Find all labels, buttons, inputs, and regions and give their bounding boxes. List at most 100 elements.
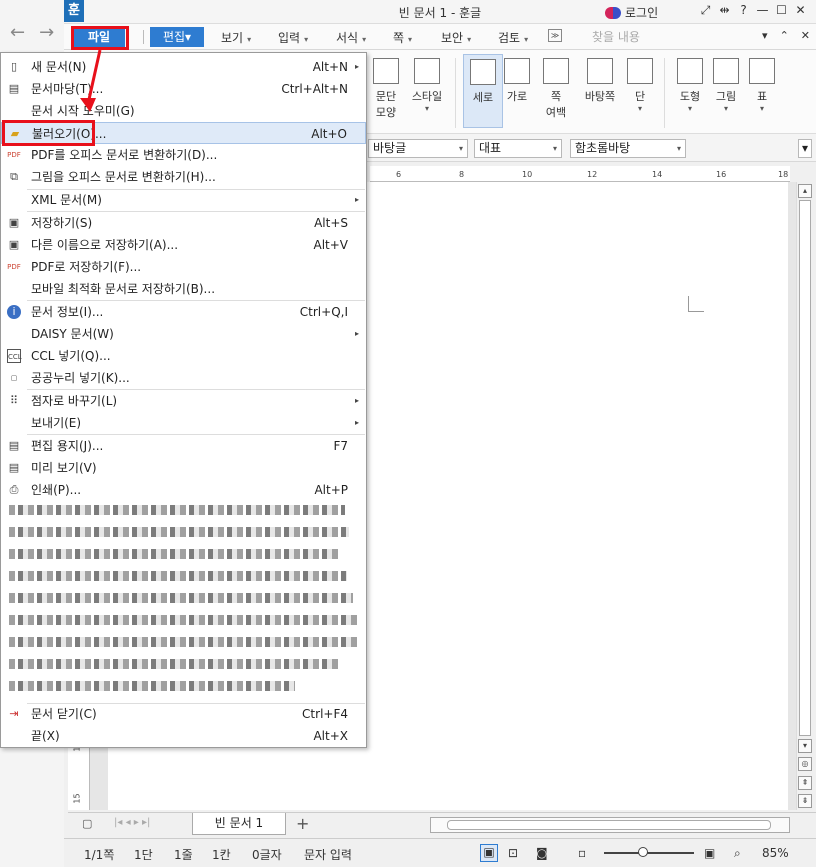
status-line: 1줄 — [174, 848, 193, 862]
menu-edit[interactable]: 편집▾ — [150, 27, 204, 47]
recent-file-item[interactable] — [9, 505, 345, 515]
split-view-icon[interactable]: ⇹ — [715, 3, 734, 17]
chevron-down-icon: ▾ — [467, 35, 472, 44]
zoom-in-icon[interactable]: ▣ — [704, 846, 715, 860]
zoom-out-icon[interactable]: ▫ — [578, 846, 586, 860]
maximize-button[interactable]: ☐ — [772, 3, 791, 17]
help-icon[interactable]: ? — [734, 3, 753, 17]
menu-item-pdf-convert[interactable]: PDF PDF를 오피스 문서로 변환하기(D)... — [1, 144, 366, 166]
horizontal-scrollbar[interactable] — [430, 817, 790, 833]
menu-item-exit[interactable]: 끝(X) Alt+X — [1, 725, 366, 747]
collapse-ribbon-icon[interactable]: ⌃ — [780, 29, 789, 42]
zoom-level[interactable]: 85% — [762, 846, 789, 860]
landscape-button[interactable]: 가로 — [497, 54, 537, 104]
recent-file-item[interactable] — [9, 527, 349, 537]
magnifier-icon[interactable]: ⌕ — [734, 846, 741, 861]
close-doc-icon[interactable]: ✕ — [801, 29, 810, 42]
portrait-page-icon — [470, 59, 496, 85]
menu-review[interactable]: 검토 ▾ — [498, 29, 528, 46]
page-margin-button[interactable]: 쪽 여백 — [536, 54, 576, 120]
picture-button[interactable]: 그림 ▾ — [706, 54, 746, 113]
menu-item-preview[interactable]: ▤ 미리 보기(V) — [1, 457, 366, 479]
chevron-down-icon: ▾ — [687, 104, 692, 113]
forward-arrow-icon[interactable]: → — [39, 22, 54, 43]
page-nav-icon[interactable]: ◎ — [798, 757, 812, 771]
menu-bar: 파일 편집▾ 보기 ▾ 입력 ▾ 서식 ▾ 쪽 ▾ 보안 ▾ 검토 ▾ ≫ 찾을 내용 ▾ ⌃… — [64, 24, 816, 50]
close-button[interactable]: ✕ — [791, 3, 810, 17]
menu-item-page-setup[interactable]: ▤ 편집 용지(J)... F7 — [1, 435, 366, 457]
menu-item-save[interactable]: ▣ 저장하기(S) Alt+S — [1, 212, 366, 234]
menu-page[interactable]: 쪽 ▾ — [393, 29, 412, 46]
language-select[interactable]: 대표 ▾ — [474, 139, 562, 158]
master-page-button[interactable]: 바탕쪽 — [580, 54, 620, 104]
recent-file-item[interactable] — [9, 659, 339, 669]
recent-file-item[interactable] — [9, 593, 353, 603]
search-input[interactable]: 찾을 내용 — [592, 27, 752, 47]
menu-view[interactable]: 보기 ▾ — [221, 29, 251, 46]
recent-file-item[interactable] — [9, 681, 295, 691]
table-button[interactable]: 표 ▾ — [742, 54, 782, 113]
horizontal-ruler[interactable]: 6 8 10 12 14 16 18 — [370, 166, 790, 182]
recent-file-item[interactable] — [9, 637, 359, 647]
scroll-down-icon[interactable]: ▾ — [798, 739, 812, 753]
menu-item-daisy[interactable]: DAISY 문서(W) ▸ — [1, 323, 366, 345]
menu-security[interactable]: 보안 ▾ — [441, 29, 471, 46]
fullscreen-icon[interactable]: ⤢ — [696, 3, 715, 18]
more-format-button[interactable]: ▾ — [798, 139, 812, 158]
submenu-arrow-icon: ▸ — [354, 62, 359, 71]
recent-file-item[interactable] — [9, 549, 341, 559]
style-button[interactable]: 스타일 ▾ — [407, 54, 447, 113]
search-down-icon[interactable]: ▾ — [762, 29, 768, 42]
recent-file-item[interactable] — [9, 615, 357, 625]
hscroll-thumb[interactable] — [447, 820, 771, 830]
menu-item-close-doc[interactable]: ⇥ 문서 닫기(C) Ctrl+F4 — [1, 703, 366, 725]
menu-item-save-pdf[interactable]: PDF PDF로 저장하기(F)... — [1, 256, 366, 278]
scroll-up-icon[interactable]: ▴ — [798, 184, 812, 198]
paragraph-shape-button[interactable]: 문단 모양 — [366, 54, 406, 120]
style-select[interactable]: 바탕글 ▾ — [368, 139, 468, 158]
menu-item-save-as[interactable]: ▣ 다른 이름으로 저장하기(A)... Alt+V — [1, 234, 366, 256]
menu-item-new[interactable]: ▯ 새 문서(N) Alt+N ▸ — [1, 56, 366, 78]
menu-item-start-helper[interactable]: 문서 시작 도우미(G) — [1, 100, 366, 122]
shape-button[interactable]: 도형 ▾ — [670, 54, 710, 113]
tab-list-icon[interactable]: ▢ — [82, 817, 92, 830]
tab-document-1[interactable]: 빈 문서 1 — [192, 813, 286, 835]
menu-item-xml[interactable]: XML 문서(M) ▸ — [1, 189, 366, 211]
zoom-knob[interactable] — [638, 847, 648, 857]
view-web-icon[interactable]: ⊡ — [508, 846, 518, 860]
menu-item-braille[interactable]: ⠿ 점자로 바꾸기(L) ▸ — [1, 390, 366, 412]
menu-item-ccl[interactable]: CCL CCL 넣기(Q)... — [1, 345, 366, 367]
page-margin-icon — [543, 58, 569, 84]
annotation-file-highlight — [71, 26, 129, 50]
view-draft-icon[interactable]: ◙ — [536, 846, 548, 860]
menu-format[interactable]: 서식 ▾ — [336, 29, 366, 46]
login-button[interactable]: 로그인 — [605, 4, 658, 21]
menu-item-templates[interactable]: ▤ 문서마당(T)... Ctrl+Alt+N — [1, 78, 366, 100]
add-tab-button[interactable]: + — [296, 814, 309, 833]
vertical-scrollbar[interactable]: ▴ ▾ ◎ ⇞ ⇟ — [796, 182, 812, 810]
back-arrow-icon[interactable]: ← — [10, 22, 25, 43]
menu-insert[interactable]: 입력 ▾ — [278, 29, 308, 46]
menu-item-open-license[interactable]: ▢ 공공누리 넣기(K)... — [1, 367, 366, 389]
new-doc-icon: ▯ — [10, 60, 18, 73]
menu-item-send[interactable]: 보내기(E) ▸ — [1, 412, 366, 434]
file-menu-dropdown: ▯ 새 문서(N) Alt+N ▸ ▤ 문서마당(T)... Ctrl+Alt+… — [0, 52, 367, 748]
tab-nav-arrows-icon[interactable]: |◂ ◂ ▸ ▸| — [114, 817, 150, 828]
font-select[interactable]: 함초롬바탕 ▾ — [570, 139, 686, 158]
columns-button[interactable]: 단 ▾ — [620, 54, 660, 113]
menu-item-print[interactable]: ⎙ 인쇄(P)... Alt+P — [1, 479, 366, 501]
expand-menu-button[interactable]: ≫ — [548, 29, 562, 42]
minimize-button[interactable]: — — [753, 3, 772, 17]
table-icon — [749, 58, 775, 84]
menu-item-doc-info[interactable]: i 문서 정보(I)... Ctrl+Q,I — [1, 301, 366, 323]
next-page-icon[interactable]: ⇟ — [798, 794, 812, 808]
menu-item-image-convert[interactable]: ⧉ 그림을 오피스 문서로 변환하기(H)... — [1, 166, 366, 188]
ribbon-separator — [664, 58, 665, 128]
menu-item-save-mobile[interactable]: 모바일 최적화 문서로 저장하기(B)... — [1, 278, 366, 300]
zoom-slider[interactable] — [604, 852, 694, 854]
view-page-icon[interactable]: ▣ — [480, 844, 498, 862]
scroll-thumb[interactable] — [799, 200, 811, 736]
recent-file-item[interactable] — [9, 571, 347, 581]
chevron-down-icon: ▾ — [637, 104, 642, 113]
prev-page-icon[interactable]: ⇞ — [798, 776, 812, 790]
